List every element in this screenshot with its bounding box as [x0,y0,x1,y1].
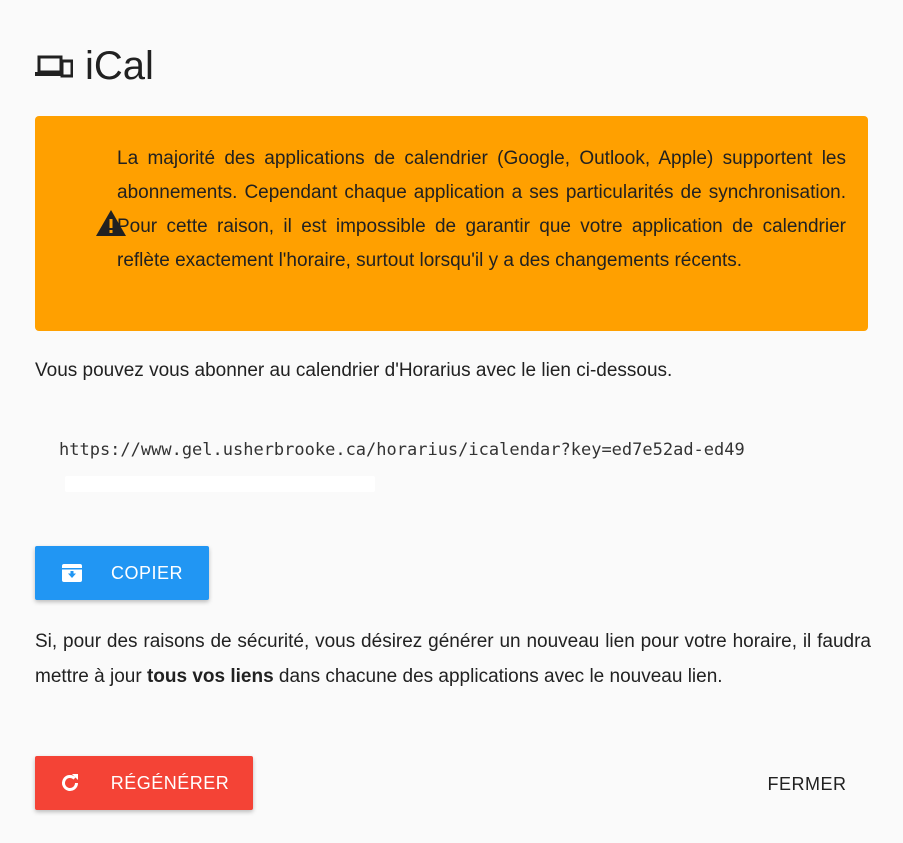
dialog-title: iCal [35,44,154,89]
security-text-bold: tous vos liens [146,666,274,687]
ical-link[interactable]: https://www.gel.usherbrooke.ca/horarius/… [59,433,859,501]
ical-link-text[interactable]: https://www.gel.usherbrooke.ca/horarius/… [59,440,745,460]
security-text-after: dans chacune des applications avec le no… [273,666,723,687]
copy-button[interactable]: COPIER [35,546,209,600]
ical-dialog: iCal La majorité des applications de cal… [0,0,903,843]
refresh-icon [61,774,78,791]
warning-alert: La majorité des applications de calendri… [35,116,868,331]
security-text: Si, pour des raisons de sécurité, vous d… [35,624,871,694]
dialog-title-text: iCal [85,44,154,88]
copy-archive-icon [61,564,82,582]
subscribe-intro-text: Vous pouvez vous abonner au calendrier d… [35,360,673,381]
warning-text: La majorité des applications de calendri… [117,148,846,271]
close-button[interactable]: FERMER [748,762,866,806]
redacted-key [65,476,375,492]
devices-icon [35,55,73,77]
copy-button-label: COPIER [110,562,183,583]
regenerate-button-label: RÉGÉNÉRER [110,772,230,793]
regenerate-button[interactable]: RÉGÉNÉRER [35,756,253,810]
close-button-label: FERMER [767,773,847,794]
